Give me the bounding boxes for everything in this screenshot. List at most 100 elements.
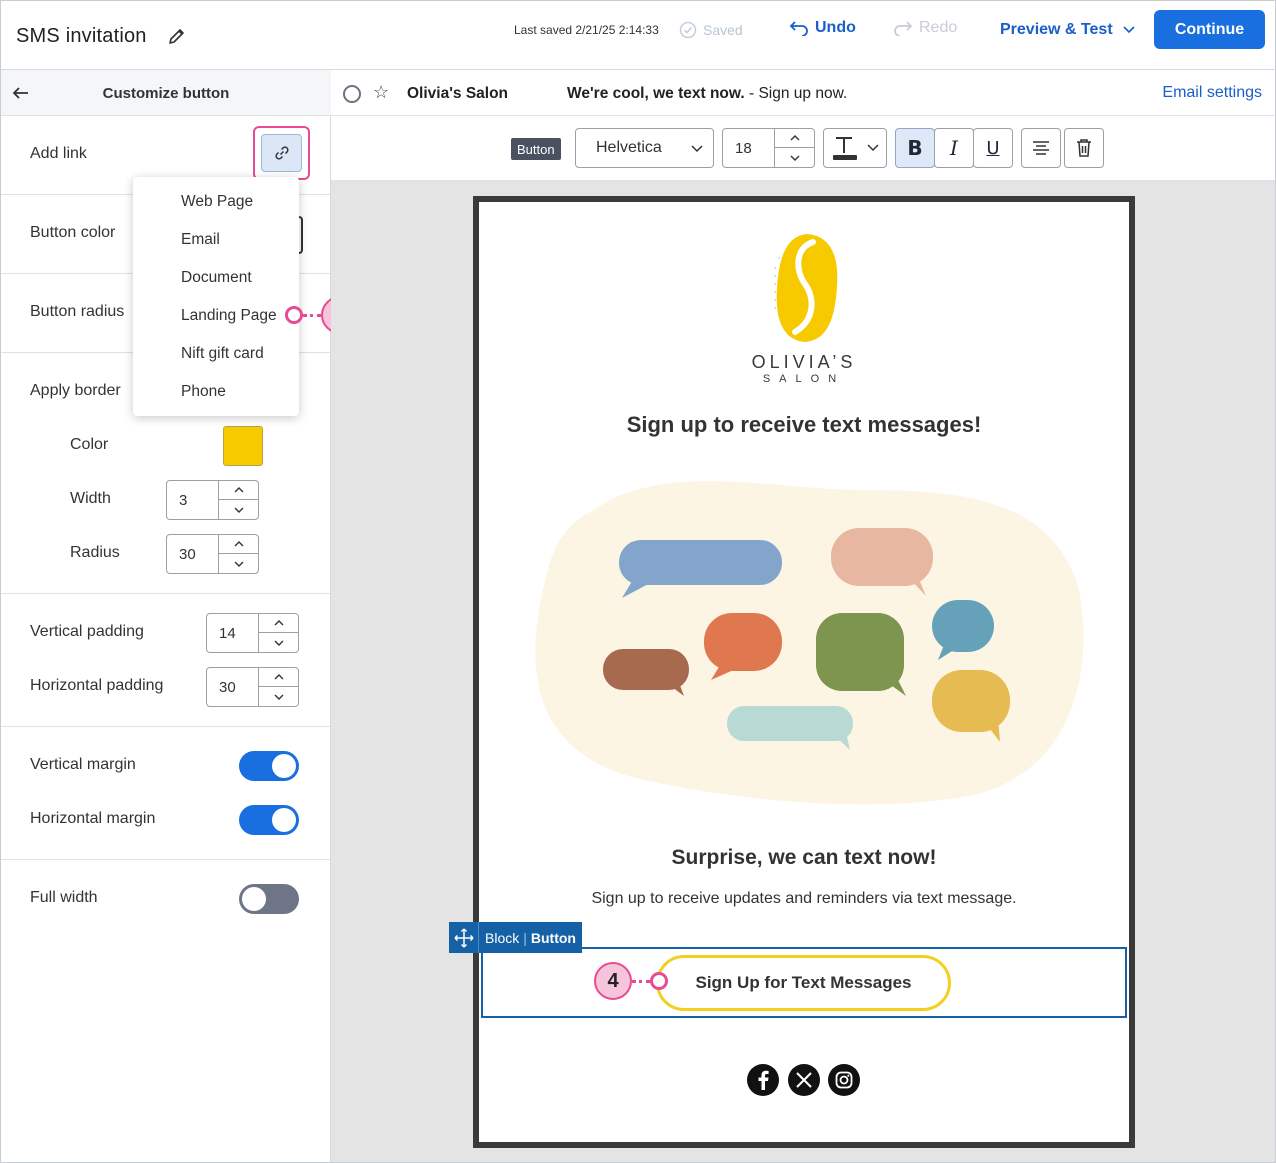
sign-up-cta-button[interactable]: Sign Up for Text Messages <box>656 955 951 1011</box>
top-bar: SMS invitation Last saved 2/21/25 2:14:3… <box>0 0 1276 70</box>
border-radius-stepper[interactable]: 30 <box>166 534 259 574</box>
menu-item-phone[interactable]: Phone <box>181 383 226 401</box>
check-circle-icon <box>679 21 697 39</box>
block-breadcrumb: Block | Button <box>479 930 582 946</box>
preview-test-button[interactable]: Preview & Test <box>1000 21 1135 39</box>
last-saved-text: Last saved 2/21/25 2:14:33 <box>514 23 659 37</box>
menu-item-document[interactable]: Document <box>181 269 252 287</box>
block-label-block[interactable]: Block <box>485 930 519 946</box>
callout-pointer <box>650 972 668 990</box>
horizontal-padding-value[interactable]: 30 <box>219 679 236 696</box>
border-width-stepper[interactable]: 3 <box>166 480 259 520</box>
pencil-icon[interactable] <box>167 26 187 46</box>
step-callout-4: 4 <box>594 962 632 1000</box>
chevron-down-icon <box>234 561 243 567</box>
link-icon <box>274 146 289 160</box>
full-width-toggle[interactable] <box>239 884 299 914</box>
instagram-icon[interactable] <box>828 1064 860 1096</box>
redo-button[interactable]: Redo <box>893 19 957 37</box>
chevron-up-icon <box>234 487 243 493</box>
undo-button[interactable]: Undo <box>789 19 856 37</box>
instagram-glyph-icon <box>835 1071 853 1089</box>
decrement-button[interactable] <box>219 554 258 573</box>
bold-button[interactable]: B <box>895 128 935 168</box>
button-radius-label: Button radius <box>30 303 125 320</box>
increment-button[interactable] <box>775 129 814 148</box>
logo-wordmark: OLIVIA’S <box>751 352 857 372</box>
align-center-icon <box>1033 141 1049 155</box>
text-color-icon <box>833 137 857 160</box>
email-subheadline: Surprise, we can text now! <box>671 846 937 869</box>
align-center-button[interactable] <box>1021 128 1061 168</box>
chevron-up-icon <box>274 674 283 680</box>
decrement-button[interactable] <box>219 500 258 519</box>
continue-button[interactable]: Continue <box>1154 10 1265 49</box>
vertical-padding-value[interactable]: 14 <box>219 625 236 642</box>
horizontal-margin-toggle[interactable] <box>239 805 299 835</box>
increment-button[interactable] <box>259 614 298 633</box>
increment-button[interactable] <box>259 668 298 687</box>
delete-button[interactable] <box>1064 128 1104 168</box>
preview-label: Preview & Test <box>1000 21 1113 38</box>
subject-bold: We're cool, we text now. <box>567 85 745 102</box>
decrement-button[interactable] <box>775 148 814 167</box>
chevron-down-icon <box>1123 26 1135 34</box>
star-icon[interactable]: ☆ <box>373 82 389 103</box>
chevron-down-icon <box>234 507 243 513</box>
salon-logo-icon <box>774 234 838 342</box>
chevron-down-icon <box>867 144 879 152</box>
x-twitter-icon[interactable] <box>788 1064 820 1096</box>
block-label[interactable]: Block | Button <box>449 922 582 953</box>
border-width-label: Width <box>70 490 111 507</box>
menu-item-email[interactable]: Email <box>181 231 220 249</box>
divider <box>1 593 331 594</box>
document-title[interactable]: SMS invitation <box>16 25 147 48</box>
horizontal-margin-label: Horizontal margin <box>30 810 156 827</box>
font-family-select[interactable]: Helvetica <box>575 128 714 168</box>
border-radius-value[interactable]: 30 <box>179 546 196 563</box>
border-color-swatch[interactable] <box>223 426 263 466</box>
trash-icon <box>1077 139 1091 157</box>
decrement-button[interactable] <box>259 687 298 706</box>
chevron-up-icon <box>234 541 243 547</box>
move-handle[interactable] <box>449 922 479 953</box>
add-link-button[interactable] <box>261 134 302 172</box>
underline-button[interactable]: U <box>973 128 1013 168</box>
font-family-value: Helvetica <box>596 139 662 156</box>
horizontal-padding-label: Horizontal padding <box>30 677 164 694</box>
border-color-label: Color <box>70 436 109 453</box>
italic-button[interactable]: I <box>934 128 974 168</box>
text-color-picker[interactable] <box>823 128 887 168</box>
toggle-knob <box>242 887 266 911</box>
border-radius-label: Radius <box>70 544 120 561</box>
increment-button[interactable] <box>219 535 258 554</box>
border-width-value[interactable]: 3 <box>179 492 187 509</box>
panel-title: Customize button <box>102 85 230 102</box>
chevron-down-icon <box>274 640 283 646</box>
chat-bubbles-illustration <box>535 481 1084 805</box>
saved-label: Saved <box>703 22 743 38</box>
increment-button[interactable] <box>219 481 258 500</box>
menu-item-landing-page[interactable]: Landing Page <box>181 307 277 325</box>
add-link-highlight <box>253 126 310 180</box>
button-color-label: Button color <box>30 224 116 241</box>
chevron-up-icon <box>790 135 799 141</box>
vertical-margin-label: Vertical margin <box>30 756 136 773</box>
chevron-up-icon <box>274 620 283 626</box>
panel-header: Customize button <box>1 70 331 116</box>
facebook-icon[interactable] <box>747 1064 779 1096</box>
email-settings-link[interactable]: Email settings <box>1162 84 1262 102</box>
from-name: Olivia's Salon <box>407 85 509 102</box>
font-size-stepper[interactable]: 18 <box>722 128 815 168</box>
vertical-margin-toggle[interactable] <box>239 751 299 781</box>
vertical-padding-stepper[interactable]: 14 <box>206 613 299 653</box>
menu-item-web-page[interactable]: Web Page <box>181 193 253 211</box>
decrement-button[interactable] <box>259 633 298 652</box>
select-radio[interactable] <box>343 85 361 103</box>
font-size-value[interactable]: 18 <box>735 140 752 157</box>
menu-item-nift-gift-card[interactable]: Nift gift card <box>181 345 264 363</box>
email-headline: Sign up to receive text messages! <box>626 412 982 437</box>
toggle-knob <box>272 754 296 778</box>
stepper-arrows <box>258 614 298 652</box>
horizontal-padding-stepper[interactable]: 30 <box>206 667 299 707</box>
